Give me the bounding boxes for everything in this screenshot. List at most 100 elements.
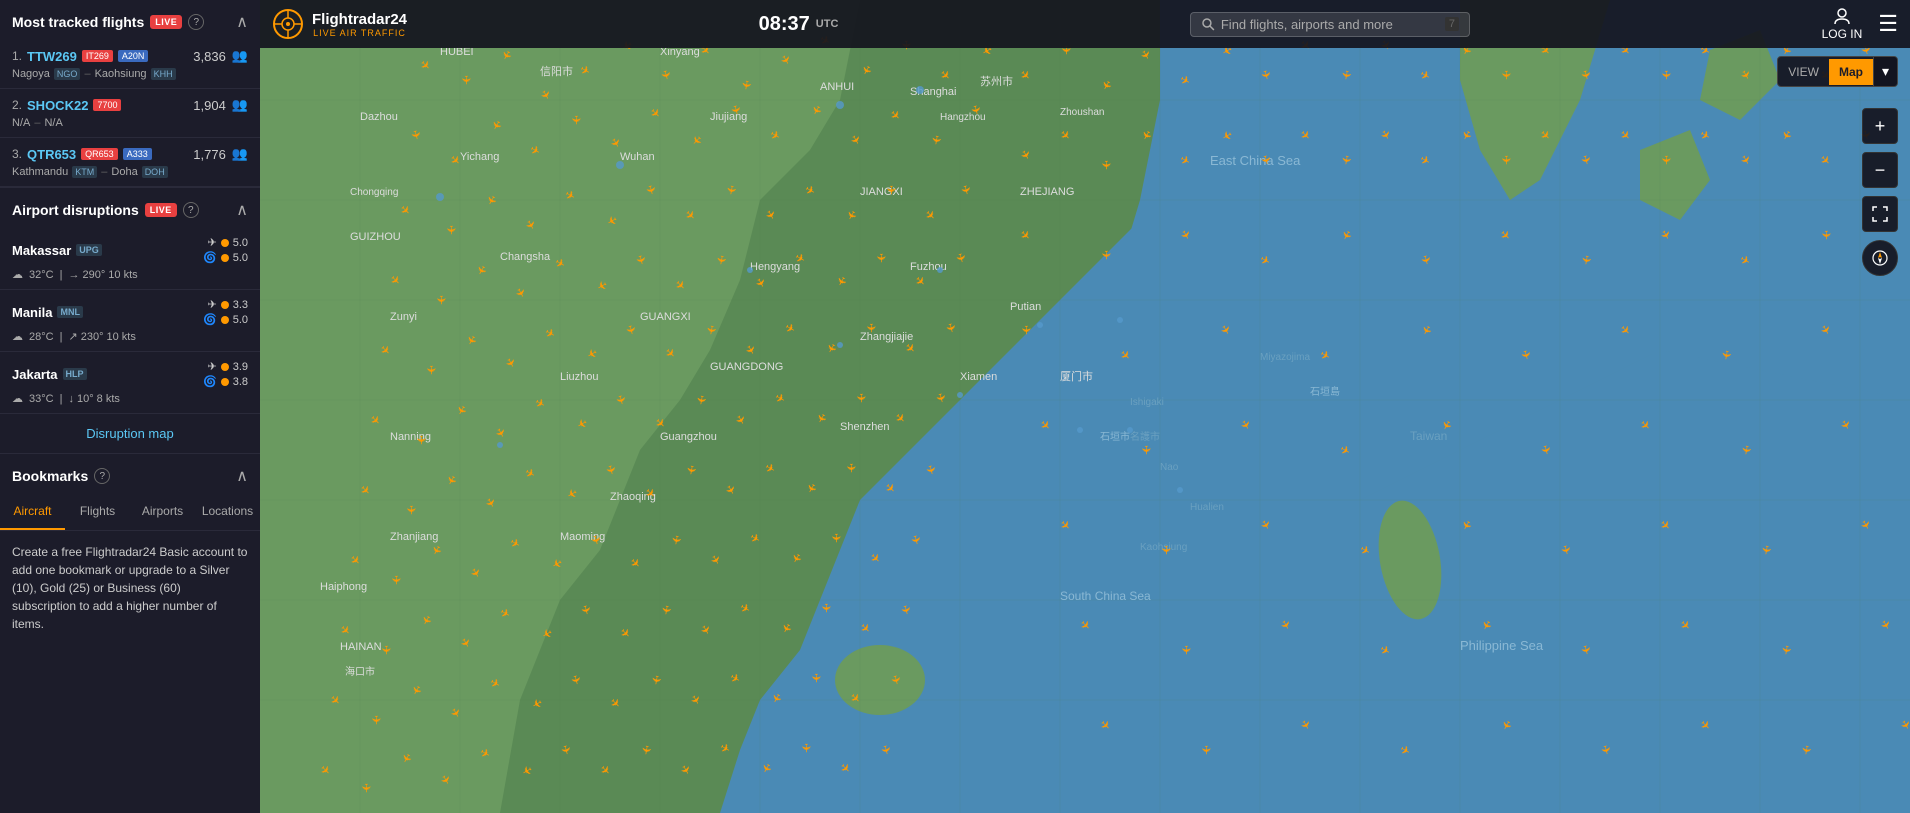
svg-text:Haiphong: Haiphong (320, 581, 367, 593)
svg-text:✈: ✈ (404, 505, 418, 515)
flight-item-2[interactable]: 2. SHOCK22 7700 1,904 👥 N/A – N/A (0, 89, 260, 138)
svg-text:✈: ✈ (1139, 445, 1153, 455)
flight-badge1-3: QR653 (81, 148, 118, 160)
svg-text:Ishigaki: Ishigaki (1130, 397, 1164, 408)
disruptions-header: Airport disruptions LIVE ? ∧ (0, 188, 260, 228)
compass-icon (1871, 249, 1889, 267)
svg-text:✈: ✈ (864, 323, 878, 333)
bookmarks-collapse-btn[interactable]: ∧ (236, 466, 248, 486)
disruptions-help-icon[interactable]: ? (183, 202, 199, 218)
flight-count-2: 1,904 (193, 98, 226, 113)
tab-locations[interactable]: Locations (195, 494, 260, 530)
svg-text:Zhanjiang: Zhanjiang (390, 531, 438, 543)
tab-flights[interactable]: Flights (65, 494, 130, 530)
to-city-1: Kaohsiung (95, 68, 147, 80)
to-city-2: N/A (44, 117, 62, 129)
svg-text:Shenzhen: Shenzhen (840, 421, 890, 433)
user-icon (1833, 7, 1851, 25)
menu-button[interactable]: ☰ (1878, 11, 1898, 37)
svg-text:信阳市: 信阳市 (540, 64, 573, 78)
svg-text:✈: ✈ (459, 75, 473, 85)
svg-text:✈: ✈ (1159, 545, 1173, 555)
svg-text:石垣市: 石垣市 (1100, 430, 1130, 443)
flightradar-logo-icon (272, 8, 304, 40)
most-tracked-help-icon[interactable]: ? (188, 14, 204, 30)
svg-text:✈: ✈ (884, 185, 898, 195)
flight-route-2: N/A – N/A (12, 117, 248, 129)
manila-score1: ✈ 3.3 (207, 298, 248, 311)
current-time: 08:37 (759, 13, 810, 36)
login-button[interactable]: LOG IN (1822, 7, 1863, 41)
svg-text:HAINAN: HAINAN (340, 641, 382, 653)
view-toggle: VIEW Map ▾ (1777, 56, 1898, 87)
flight-rank-3: 3. (12, 147, 22, 161)
zoom-out-button[interactable]: − (1862, 152, 1898, 188)
compass-button[interactable] (1862, 240, 1898, 276)
disruption-item-makassar[interactable]: Makassar UPG ✈ 5.0 🌀 5.0 ☁ 32°C | → 29 (0, 228, 260, 290)
flight-badge2-3: A333 (123, 148, 152, 160)
zoom-in-button[interactable]: + (1862, 108, 1898, 144)
svg-text:✈: ✈ (369, 715, 383, 725)
svg-text:Zunyi: Zunyi (390, 311, 417, 323)
svg-text:✈: ✈ (844, 463, 858, 473)
svg-text:✈: ✈ (1499, 70, 1513, 80)
disruptions-collapse-btn[interactable]: ∧ (236, 200, 248, 220)
bookmarks-tabs: Aircraft Flights Airports Locations (0, 494, 260, 531)
svg-text:厦门市: 厦门市 (1060, 369, 1093, 383)
svg-text:Liuzhou: Liuzhou (560, 371, 599, 383)
search-bar[interactable]: 7 (1190, 12, 1470, 37)
jakarta-score1: ✈ 3.9 (207, 360, 248, 373)
tab-airports[interactable]: Airports (130, 494, 195, 530)
sidebar: Most tracked flights LIVE ? ∧ 1. TTW269 … (0, 0, 260, 813)
most-tracked-live-badge: LIVE (150, 15, 182, 29)
makassar-score2: 🌀 5.0 (203, 251, 248, 264)
svg-text:Chongqing: Chongqing (350, 187, 398, 198)
to-code-1: KHH (151, 68, 176, 80)
svg-text:Dazhou: Dazhou (360, 111, 398, 123)
disruption-map-link[interactable]: Disruption map (0, 414, 260, 453)
flight-route-3: Kathmandu KTM – Doha DOH (12, 166, 248, 178)
tab-aircraft[interactable]: Aircraft (0, 494, 65, 530)
svg-text:Hualien: Hualien (1190, 502, 1224, 513)
svg-text:✈: ✈ (569, 115, 583, 125)
disruption-item-jakarta[interactable]: Jakarta HLP ✈ 3.9 🌀 3.8 ☁ 33°C | ↓ 10° (0, 352, 260, 414)
svg-text:Miyazojima: Miyazojima (1260, 352, 1310, 363)
manila-weather: ☁ 28°C | ↗ 230° 10 kts (12, 330, 248, 343)
makassar-score1: ✈ 5.0 (207, 236, 248, 249)
flight-route-1: Nagoya NGO – Kaohsiung KHH (12, 68, 248, 80)
bookmark-promo-text: Create a free Flightradar24 Basic accoun… (0, 531, 260, 645)
svg-text:GUIZHOU: GUIZHOU (350, 231, 401, 243)
flight-badge1-1: IT269 (82, 50, 113, 62)
flight-count-1: 3,836 (193, 49, 226, 64)
bookmarks-help-icon[interactable]: ? (94, 468, 110, 484)
people-icon-1: 👥 (232, 48, 248, 64)
disruptions-live-badge: LIVE (145, 203, 177, 217)
svg-text:GUANGXI: GUANGXI (640, 311, 691, 323)
svg-text:Hengyang: Hengyang (750, 261, 800, 273)
logo-area: Flightradar24 LIVE AIR TRAFFIC (272, 8, 407, 40)
svg-text:✈: ✈ (854, 393, 868, 403)
map-controls: + − (1862, 108, 1898, 276)
view-map-active[interactable]: Map (1829, 59, 1873, 85)
svg-text:ZHEJIANG: ZHEJIANG (1020, 186, 1074, 198)
svg-text:ANHUI: ANHUI (820, 81, 854, 93)
right-controls: LOG IN ☰ (1822, 7, 1898, 41)
map-container[interactable]: 信阳市 HUBEI Xinyang Dazhou Chongqing Yicha… (260, 0, 1910, 813)
svg-text:✈: ✈ (424, 365, 438, 375)
svg-text:✈: ✈ (1659, 70, 1673, 80)
svg-text:✈: ✈ (444, 225, 458, 235)
most-tracked-collapse-btn[interactable]: ∧ (236, 12, 248, 32)
disruptions-title: Airport disruptions (12, 202, 139, 218)
search-input[interactable] (1221, 17, 1439, 32)
flight-item-1[interactable]: 1. TTW269 IT269 A20N 3,836 👥 Nagoya NGO … (0, 40, 260, 89)
flight-item-3[interactable]: 3. QTR653 QR653 A333 1,776 👥 Kathmandu K… (0, 138, 260, 187)
svg-text:Guangzhou: Guangzhou (660, 431, 717, 443)
map-svg: 信阳市 HUBEI Xinyang Dazhou Chongqing Yicha… (260, 0, 1910, 813)
fullscreen-button[interactable] (1862, 196, 1898, 232)
disruption-item-manila[interactable]: Manila MNL ✈ 3.3 🌀 5.0 ☁ 28°C | ↗ 230° (0, 290, 260, 352)
search-icon (1201, 17, 1215, 31)
search-shortcut-badge: 7 (1445, 17, 1459, 31)
fullscreen-icon (1871, 205, 1889, 223)
view-dropdown-btn[interactable]: ▾ (1873, 57, 1897, 86)
to-code-3: DOH (142, 166, 168, 178)
